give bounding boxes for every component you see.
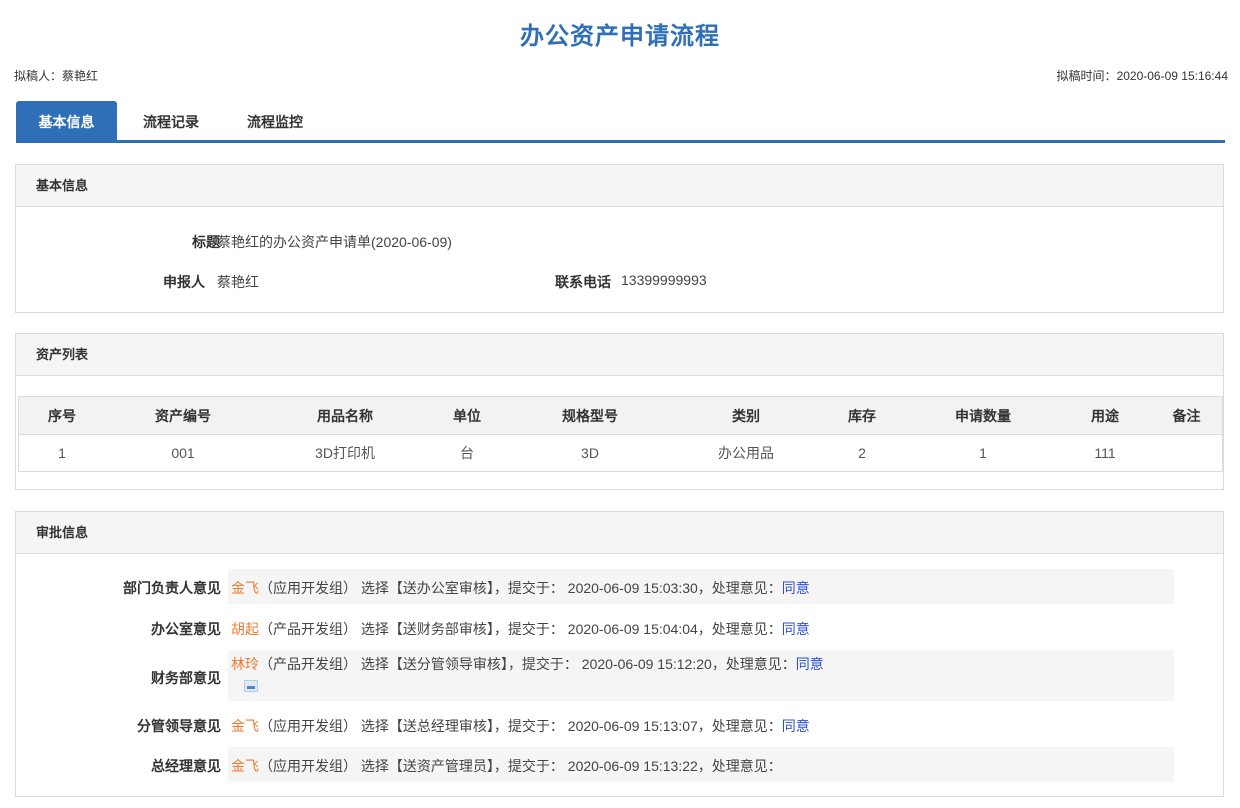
approval-action: 选择【送分管领导审核】，提交于： <box>360 656 578 672</box>
approval-time: 2020-06-09 15:12:20，处理意见： <box>581 656 796 672</box>
cell-asset-no: 001 <box>105 434 261 472</box>
basic-info-panel: 基本信息 标题 蔡艳红的办公资产申请单(2020-06-09) 申报人 蔡艳红 … <box>15 164 1224 313</box>
col-usage: 用途 <box>1059 396 1151 435</box>
approval-time: 2020-06-09 15:03:30，处理意见： <box>567 580 782 596</box>
approval-opinion: 同意 <box>781 718 810 734</box>
approval-panel: 审批信息 部门负责人意见 金飞（应用开发组） 选择【送办公室审核】，提交于： 2… <box>15 511 1224 797</box>
col-category: 类别 <box>675 396 817 435</box>
col-index: 序号 <box>18 396 105 435</box>
col-remark: 备注 <box>1151 396 1223 435</box>
approval-label: 总经理意见 <box>151 758 221 774</box>
cell-index: 1 <box>18 434 105 472</box>
drafter-info: 拟稿人：蔡艳红 <box>14 67 98 84</box>
basic-info-heading: 基本信息 <box>16 165 1223 207</box>
approver-dept: （应用开发组） <box>259 718 357 734</box>
cell-apply-qty: 1 <box>907 434 1059 472</box>
phone-value: 13399999993 <box>621 272 707 288</box>
applicant-label: 申报人 <box>163 274 205 290</box>
approver-name: 金飞 <box>231 580 259 596</box>
tab-bar: 基本信息 流程记录 流程监控 <box>16 101 1225 143</box>
cell-usage: 111 <box>1059 434 1151 472</box>
cell-spec: 3D <box>505 434 675 472</box>
phone-label: 联系电话 <box>555 274 611 290</box>
approver-dept: （产品开发组） <box>259 621 357 637</box>
title-value: 蔡艳红的办公资产申请单(2020-06-09) <box>217 234 452 250</box>
approval-entry: 林玲（产品开发组） 选择【送分管领导审核】，提交于： 2020-06-09 15… <box>228 650 1174 701</box>
approval-time: 2020-06-09 15:04:04，处理意见： <box>567 621 782 637</box>
cell-remark <box>1151 434 1223 472</box>
approver-name: 胡起 <box>231 621 259 637</box>
approval-action: 选择【送总经理审核】，提交于： <box>360 718 564 734</box>
approval-time: 2020-06-09 15:13:07，处理意见： <box>567 718 782 734</box>
approval-label: 办公室意见 <box>151 621 221 637</box>
approval-label: 分管领导意见 <box>137 718 221 734</box>
tab-process-monitor[interactable]: 流程监控 <box>233 101 317 140</box>
approval-entry: 金飞（应用开发组） 选择【送办公室审核】，提交于： 2020-06-09 15:… <box>228 569 1174 604</box>
col-spec: 规格型号 <box>505 396 675 435</box>
asset-table: 序号 资产编号 用品名称 单位 规格型号 类别 库存 申请数量 用途 备注 1 … <box>18 396 1223 472</box>
drafter-name: 蔡艳红 <box>62 69 99 83</box>
table-row: 1 001 3D打印机 台 3D 办公用品 2 1 111 <box>18 434 1223 472</box>
approval-action: 选择【送资产管理员】，提交于： <box>360 758 564 774</box>
col-item-name: 用品名称 <box>261 396 429 435</box>
approval-heading: 审批信息 <box>16 512 1223 554</box>
approval-entry: 金飞（应用开发组） 选择【送资产管理员】，提交于： 2020-06-09 15:… <box>228 747 1174 782</box>
approval-opinion: 同意 <box>795 656 824 672</box>
approver-name: 金飞 <box>231 758 259 774</box>
approval-opinion: 同意 <box>781 621 810 637</box>
draft-time-info: 拟稿时间：2020-06-09 15:16:44 <box>1057 67 1228 84</box>
approval-label: 部门负责人意见 <box>123 580 221 596</box>
approval-action: 选择【送办公室审核】，提交于： <box>360 580 564 596</box>
drafter-label: 拟稿人： <box>14 69 63 83</box>
approval-entry: 胡起（产品开发组） 选择【送财务部审核】，提交于： 2020-06-09 15:… <box>228 610 1174 645</box>
approver-dept: （产品开发组） <box>259 656 357 672</box>
cell-stock: 2 <box>817 434 907 472</box>
approval-time: 2020-06-09 15:13:22，处理意见： <box>567 758 782 774</box>
approval-entry: 金飞（应用开发组） 选择【送总经理审核】，提交于： 2020-06-09 15:… <box>228 707 1174 742</box>
approver-dept: （应用开发组） <box>259 758 357 774</box>
approval-opinion: 同意 <box>781 580 810 596</box>
col-asset-no: 资产编号 <box>105 396 261 435</box>
approver-name: 林玲 <box>231 656 259 672</box>
cell-item-name: 3D打印机 <box>261 434 429 472</box>
col-unit: 单位 <box>429 396 505 435</box>
cell-category: 办公用品 <box>675 434 817 472</box>
asset-list-heading: 资产列表 <box>16 334 1223 376</box>
asset-table-header-row: 序号 资产编号 用品名称 单位 规格型号 类别 库存 申请数量 用途 备注 <box>18 396 1223 435</box>
cell-unit: 台 <box>429 434 505 472</box>
approver-name: 金飞 <box>231 718 259 734</box>
col-apply-qty: 申请数量 <box>907 396 1059 435</box>
page-title: 办公资产申请流程 <box>520 23 720 50</box>
tab-process-record[interactable]: 流程记录 <box>129 101 213 140</box>
asset-list-panel: 资产列表 序号 资产编号 用品名称 单位 规格型号 类别 库存 申请数量 用途 … <box>15 333 1224 490</box>
applicant-value: 蔡艳红 <box>217 274 259 290</box>
title-label: 标题 <box>192 234 220 250</box>
col-stock: 库存 <box>817 396 907 435</box>
tab-basic-info[interactable]: 基本信息 <box>16 101 117 140</box>
approval-label: 财务部意见 <box>151 670 221 686</box>
approval-action: 选择【送财务部审核】，提交于： <box>360 621 564 637</box>
draft-time: 2020-06-09 15:16:44 <box>1116 69 1228 83</box>
draft-time-label: 拟稿时间： <box>1056 69 1117 83</box>
approver-dept: （应用开发组） <box>259 580 357 596</box>
image-icon[interactable] <box>244 680 258 692</box>
